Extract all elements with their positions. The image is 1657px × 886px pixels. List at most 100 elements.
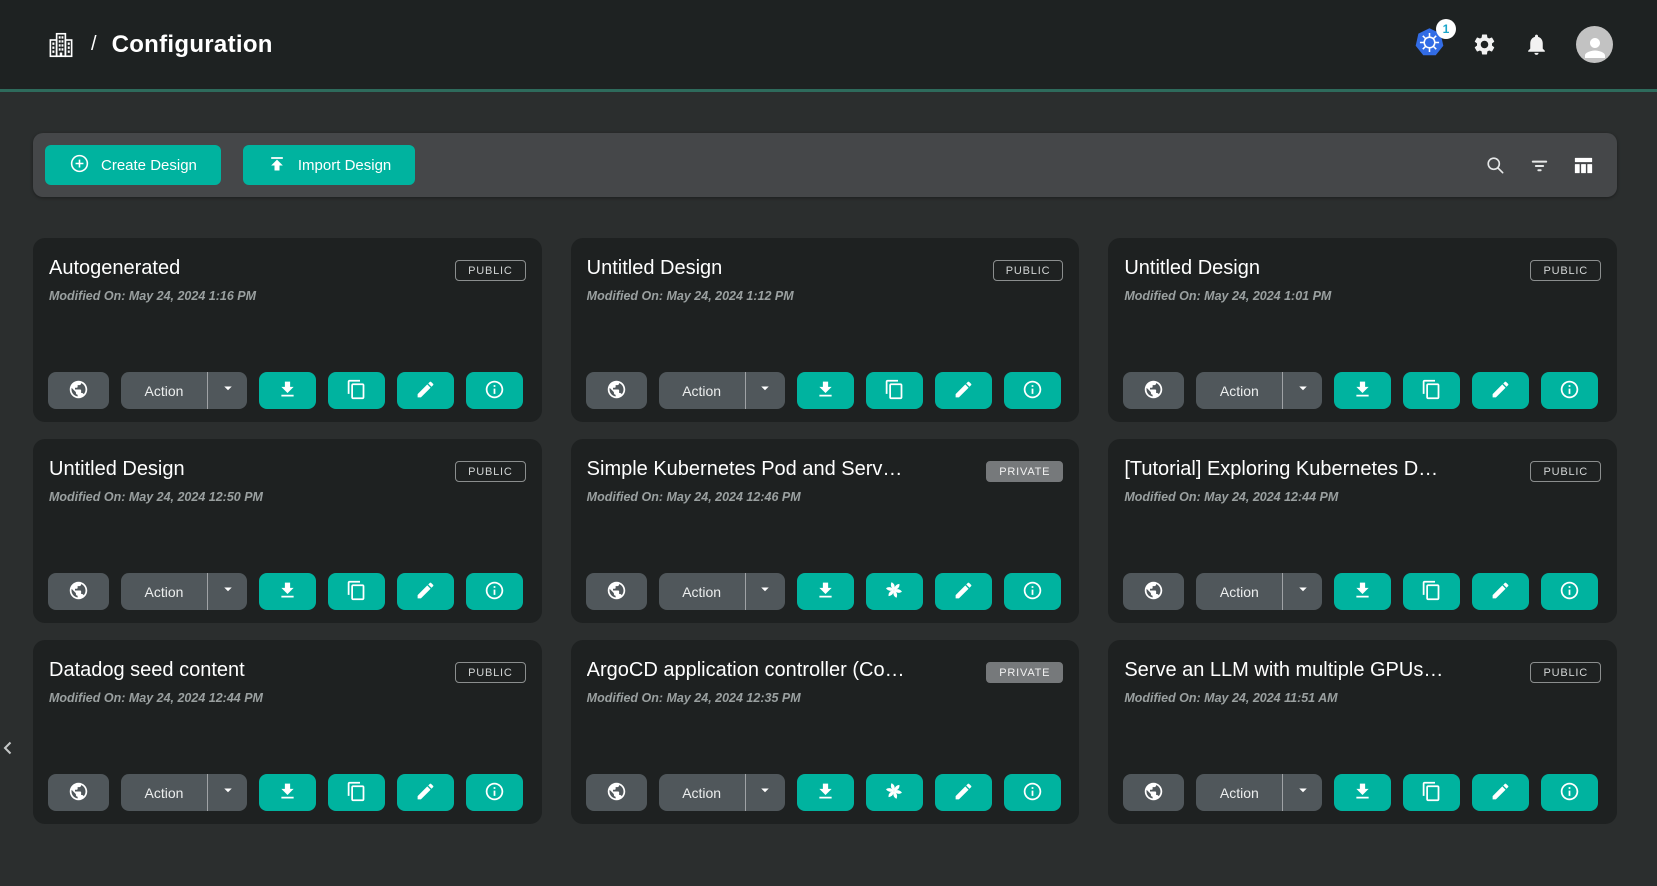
action-split-button[interactable]: Action xyxy=(659,372,785,409)
action-dropdown-caret[interactable] xyxy=(745,372,785,409)
visibility-globe-button[interactable] xyxy=(48,774,109,811)
action-button-label[interactable]: Action xyxy=(121,573,207,610)
import-design-label: Import Design xyxy=(298,157,391,174)
edit-button[interactable] xyxy=(397,774,454,811)
action-split-button[interactable]: Action xyxy=(659,573,785,610)
info-icon xyxy=(484,580,505,604)
action-split-button[interactable]: Action xyxy=(659,774,785,811)
action-button-label[interactable]: Action xyxy=(121,774,207,811)
clone-button[interactable] xyxy=(1403,774,1460,811)
action-button-label[interactable]: Action xyxy=(1196,372,1282,409)
action-dropdown-caret[interactable] xyxy=(1282,774,1322,811)
spinner-icon xyxy=(883,579,905,604)
action-split-button[interactable]: Action xyxy=(121,573,247,610)
card-action-bar: Action xyxy=(1123,372,1602,409)
caret-down-icon xyxy=(756,781,774,804)
edit-button[interactable] xyxy=(935,372,992,409)
action-button-label[interactable]: Action xyxy=(121,372,207,409)
visibility-globe-button[interactable] xyxy=(48,573,109,610)
info-icon xyxy=(484,781,505,805)
import-design-button[interactable]: Import Design xyxy=(243,145,415,185)
modified-on: Modified On: May 24, 2024 12:50 PM xyxy=(49,490,526,504)
edit-button[interactable] xyxy=(935,774,992,811)
edit-button[interactable] xyxy=(1472,774,1529,811)
clone-button[interactable] xyxy=(328,573,385,610)
clone-button[interactable] xyxy=(328,372,385,409)
create-design-label: Create Design xyxy=(101,157,197,174)
copy-icon xyxy=(346,781,367,805)
download-button[interactable] xyxy=(259,573,316,610)
clone-button[interactable] xyxy=(866,573,923,610)
visibility-globe-button[interactable] xyxy=(1123,372,1184,409)
create-design-button[interactable]: Create Design xyxy=(45,145,221,185)
visibility-badge: PUBLIC xyxy=(455,260,526,281)
download-button[interactable] xyxy=(797,774,854,811)
action-dropdown-caret[interactable] xyxy=(745,573,785,610)
notifications-icon[interactable] xyxy=(1524,32,1549,57)
edit-button[interactable] xyxy=(397,372,454,409)
settings-icon[interactable] xyxy=(1472,32,1497,57)
clone-button[interactable] xyxy=(1403,372,1460,409)
visibility-globe-button[interactable] xyxy=(586,774,647,811)
download-button[interactable] xyxy=(797,372,854,409)
info-button[interactable] xyxy=(466,372,523,409)
filter-icon[interactable] xyxy=(1528,154,1551,177)
info-button[interactable] xyxy=(1004,372,1061,409)
action-dropdown-caret[interactable] xyxy=(207,774,247,811)
info-button[interactable] xyxy=(466,573,523,610)
visibility-globe-button[interactable] xyxy=(48,372,109,409)
info-button[interactable] xyxy=(1541,774,1598,811)
info-button[interactable] xyxy=(1541,573,1598,610)
edit-button[interactable] xyxy=(1472,372,1529,409)
clone-button[interactable] xyxy=(866,372,923,409)
sidebar-collapse-chevron[interactable] xyxy=(0,735,22,765)
action-split-button[interactable]: Action xyxy=(121,372,247,409)
globe-icon xyxy=(606,379,627,403)
modified-on: Modified On: May 24, 2024 1:01 PM xyxy=(1124,289,1601,303)
download-button[interactable] xyxy=(1334,774,1391,811)
action-split-button[interactable]: Action xyxy=(1196,573,1322,610)
clone-button[interactable] xyxy=(328,774,385,811)
action-dropdown-caret[interactable] xyxy=(207,573,247,610)
action-button-label[interactable]: Action xyxy=(1196,573,1282,610)
globe-icon xyxy=(1143,580,1164,604)
download-button[interactable] xyxy=(259,372,316,409)
action-dropdown-caret[interactable] xyxy=(1282,372,1322,409)
visibility-globe-button[interactable] xyxy=(586,573,647,610)
edit-button[interactable] xyxy=(935,573,992,610)
clone-button[interactable] xyxy=(866,774,923,811)
kubernetes-context-button[interactable]: 1 xyxy=(1414,27,1445,63)
action-button-label[interactable]: Action xyxy=(659,372,745,409)
info-button[interactable] xyxy=(1004,774,1061,811)
breadcrumb: / Configuration xyxy=(46,30,273,60)
download-button[interactable] xyxy=(1334,372,1391,409)
action-button-label[interactable]: Action xyxy=(659,774,745,811)
avatar[interactable] xyxy=(1576,26,1613,63)
search-icon[interactable] xyxy=(1484,154,1507,177)
info-button[interactable] xyxy=(466,774,523,811)
edit-button[interactable] xyxy=(1472,573,1529,610)
download-button[interactable] xyxy=(1334,573,1391,610)
action-button-label[interactable]: Action xyxy=(1196,774,1282,811)
card-action-bar: Action xyxy=(586,372,1065,409)
action-dropdown-caret[interactable] xyxy=(745,774,785,811)
action-split-button[interactable]: Action xyxy=(1196,372,1322,409)
action-dropdown-caret[interactable] xyxy=(207,372,247,409)
visibility-globe-button[interactable] xyxy=(586,372,647,409)
clone-button[interactable] xyxy=(1403,573,1460,610)
info-button[interactable] xyxy=(1541,372,1598,409)
visibility-globe-button[interactable] xyxy=(1123,774,1184,811)
table-view-icon[interactable] xyxy=(1572,154,1595,177)
visibility-badge: PRIVATE xyxy=(986,662,1063,683)
visibility-globe-button[interactable] xyxy=(1123,573,1184,610)
info-button[interactable] xyxy=(1004,573,1061,610)
download-button[interactable] xyxy=(797,573,854,610)
info-icon xyxy=(1022,781,1043,805)
edit-button[interactable] xyxy=(397,573,454,610)
org-icon[interactable] xyxy=(46,30,76,60)
download-button[interactable] xyxy=(259,774,316,811)
action-split-button[interactable]: Action xyxy=(1196,774,1322,811)
action-dropdown-caret[interactable] xyxy=(1282,573,1322,610)
action-button-label[interactable]: Action xyxy=(659,573,745,610)
action-split-button[interactable]: Action xyxy=(121,774,247,811)
